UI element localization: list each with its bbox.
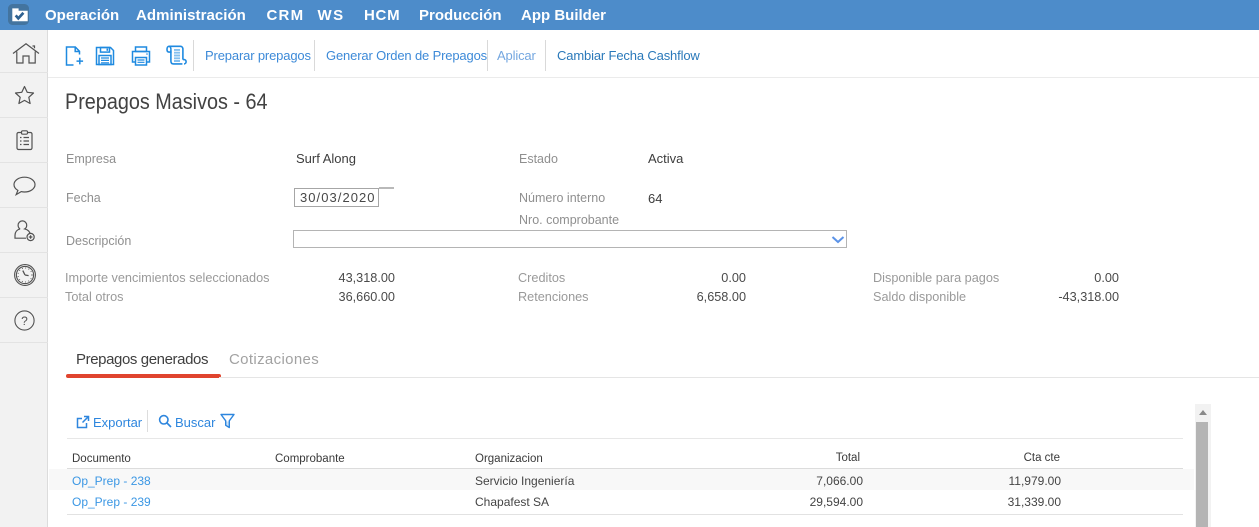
svg-text:?: ? <box>21 314 28 328</box>
